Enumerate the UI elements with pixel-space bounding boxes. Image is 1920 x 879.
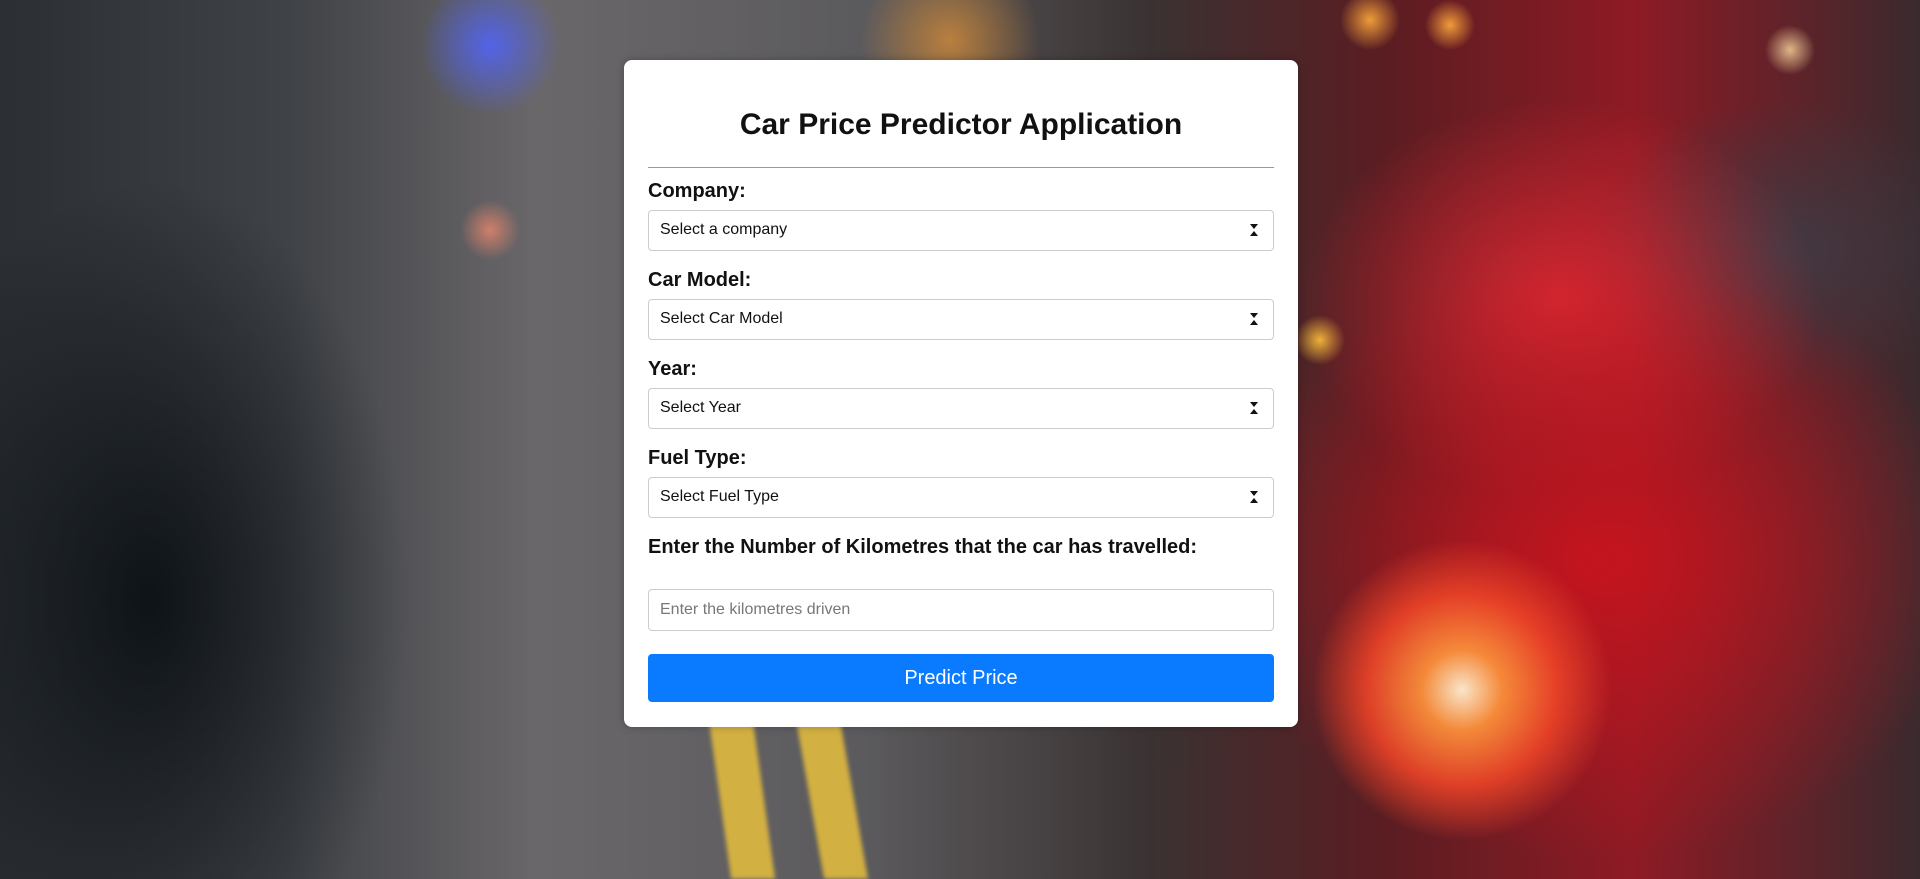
kilometres-input[interactable]: Enter the kilometres driven bbox=[648, 589, 1274, 631]
page-title: Car Price Predictor Application bbox=[739, 108, 1183, 141]
fuel-type-label: Fuel Type: bbox=[648, 447, 747, 469]
fuel-type-select[interactable]: Select Fuel Type bbox=[648, 477, 1274, 518]
up-down-arrow-icon bbox=[1250, 402, 1258, 414]
predict-price-button[interactable]: Predict Price bbox=[648, 654, 1274, 702]
year-select[interactable]: Select Year bbox=[648, 388, 1274, 429]
fuel-type-select-value: Select Fuel Type bbox=[660, 488, 779, 505]
predictor-form-card: Car Price Predictor Application Company:… bbox=[624, 60, 1298, 727]
road-line bbox=[795, 720, 869, 879]
up-down-arrow-icon bbox=[1250, 224, 1258, 236]
year-select-value: Select Year bbox=[660, 399, 741, 416]
up-down-arrow-icon bbox=[1250, 313, 1258, 325]
up-down-arrow-icon bbox=[1250, 491, 1258, 503]
year-label: Year: bbox=[648, 358, 697, 380]
kilometres-label: Enter the Number of Kilometres that the … bbox=[648, 536, 1198, 558]
kilometres-input-placeholder: Enter the kilometres driven bbox=[660, 601, 851, 618]
car-model-select[interactable]: Select Car Model bbox=[648, 299, 1274, 340]
road-line bbox=[708, 720, 776, 879]
company-label: Company: bbox=[648, 180, 746, 202]
company-select-value: Select a company bbox=[660, 221, 788, 238]
car-model-label: Car Model: bbox=[648, 269, 752, 291]
title-divider bbox=[648, 167, 1274, 168]
company-select[interactable]: Select a company bbox=[648, 210, 1274, 251]
car-model-select-value: Select Car Model bbox=[660, 310, 783, 327]
